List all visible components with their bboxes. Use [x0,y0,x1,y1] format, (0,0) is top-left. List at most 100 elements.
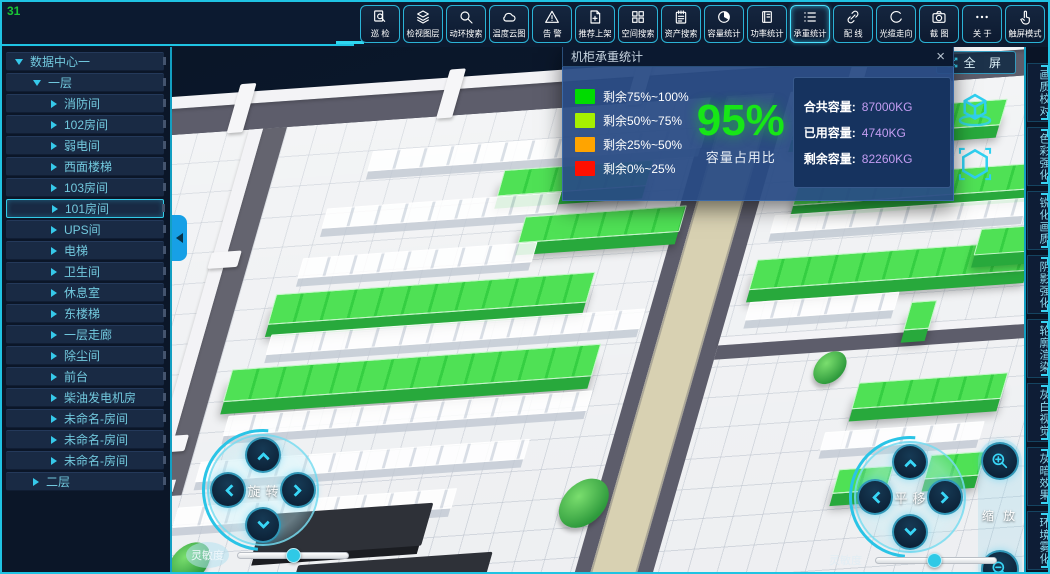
list-button[interactable]: 承重统计 [790,5,830,43]
grid-button[interactable]: 空间搜索 [618,5,658,43]
tree-item[interactable]: 102房间 [6,115,164,134]
render-effect-button[interactable]: 画质校对 [1027,63,1050,122]
panel-titlebar[interactable]: 机柜承重统计 × [562,47,954,67]
rotate-right-button[interactable] [280,472,316,508]
legend-item: 剩余50%~75% [575,112,689,129]
top-toolbar: 31 巡 检检视图层动环搜索温度云图告 警推荐上架空间搜索资产搜索容量统计功率统… [2,2,1048,47]
toolbar-button-label: 温度云图 [492,27,525,39]
stat-value: 87000KG [862,100,913,114]
rotate-down-button[interactable] [245,507,281,543]
legend-swatch [575,113,595,128]
slider-handle[interactable] [927,553,942,568]
tree-item-label: 前台 [64,368,88,385]
hexagon-view-button[interactable] [956,145,994,188]
tree-item-label: 二层 [46,473,70,490]
rotate-left-button[interactable] [210,472,246,508]
shelf-button[interactable]: 推荐上架 [575,5,615,43]
tree-item[interactable]: 一层 [6,73,164,92]
search-button[interactable]: 动环搜索 [446,5,486,43]
expand-icon [51,352,57,360]
stat-value: 82260KG [862,152,913,166]
chevron-down-icon [904,523,917,536]
tree-item[interactable]: UPS间 [6,220,164,239]
link-button[interactable]: 配 线 [833,5,873,43]
render-effect-button[interactable]: 环境雾化 [1027,511,1050,570]
render-effect-button[interactable]: 灰白视觉 [1027,383,1050,442]
tree-item[interactable]: 一层走廊 [6,325,164,344]
tree-item[interactable]: 除尘间 [6,346,164,365]
inspect-button[interactable]: 巡 检 [360,5,400,43]
cube-view-button[interactable] [956,91,994,134]
legend-label: 剩余0%~25% [603,160,675,177]
hexagon-icon [956,145,994,183]
ledger-button[interactable]: 资产搜索 [661,5,701,43]
book-button[interactable]: 功率统计 [747,5,787,43]
sidebar-collapse-button[interactable] [172,215,187,261]
slider-handle[interactable] [286,548,301,563]
rotate-up-button[interactable] [245,437,281,473]
pie-button[interactable]: 容量统计 [704,5,744,43]
tree-item[interactable]: 卫生间 [6,262,164,281]
expand-icon [51,457,57,465]
layers-button[interactable]: 检视图层 [403,5,443,43]
chevron-left-icon [224,484,237,497]
cloud-button[interactable]: 温度云图 [489,5,529,43]
expand-icon [52,205,58,213]
render-effect-button[interactable]: 灰暗效果 [1027,447,1050,506]
tree-item[interactable]: 休息室 [6,283,164,302]
tree-item[interactable]: 前台 [6,367,164,386]
render-effect-menu: 画质校对色彩强化锐化画质阴影强化轮廓渲染灰白视觉灰暗效果环境雾化 [1024,47,1050,572]
tree-item[interactable]: 东楼梯 [6,304,164,323]
zoom-label: 缩 放 [982,507,1018,524]
dots-button[interactable]: 关 于 [962,5,1002,43]
inspect-icon [372,9,388,25]
pan-down-button[interactable] [892,514,928,550]
tree-item[interactable]: 柴油发电机房 [6,388,164,407]
tree-item[interactable]: 二层 [6,472,164,491]
zoom-in-button[interactable] [981,442,1019,480]
close-icon[interactable]: × [936,49,945,64]
touch-button[interactable]: 触屏模式 [1005,5,1045,43]
tree-item[interactable]: 消防间 [6,94,164,113]
legend-swatch [575,89,595,104]
tree-item[interactable]: 电梯 [6,241,164,260]
pan-right-button[interactable] [927,479,963,515]
render-effect-button[interactable]: 锐化画质 [1027,191,1050,250]
tree-item[interactable]: 101房间 [6,199,164,218]
expand-icon [51,310,57,318]
tree-item[interactable]: 未命名-房间 [6,451,164,470]
alarm-button[interactable]: 告 警 [532,5,572,43]
tree-item[interactable]: 未命名-房间 [6,430,164,449]
toolbar-buttons: 巡 检检视图层动环搜索温度云图告 警推荐上架空间搜索资产搜索容量统计功率统计承重… [360,5,1045,43]
toolbar-button-label: 承重统计 [793,27,826,39]
render-effect-button[interactable]: 色彩强化 [1027,127,1050,186]
expand-icon [51,394,57,402]
tree-item[interactable]: 103房间 [6,178,164,197]
tree-item[interactable]: 弱电间 [6,136,164,155]
fullscreen-label: 全 屏 [964,54,1006,71]
sensitivity-slider[interactable] [875,557,997,564]
touch-icon [1017,9,1033,25]
arc-button[interactable]: 光缆走向 [876,5,916,43]
alarm-icon [544,9,560,25]
tree-item-label: 弱电间 [64,137,100,154]
render-effect-button[interactable]: 阴影强化 [1027,255,1050,314]
pan-up-button[interactable] [892,444,928,480]
sensitivity-slider[interactable] [237,552,349,559]
camera-button[interactable]: 截 图 [919,5,959,43]
pan-left-button[interactable] [857,479,893,515]
zoom-in-icon [990,451,1010,471]
render-effect-button[interactable]: 轮廓渲染 [1027,319,1050,378]
toolbar-button-label: 功率统计 [750,27,783,39]
tree-item-label: 除尘间 [64,347,100,364]
tree-item[interactable]: 西面楼梯 [6,157,164,176]
fps-counter: 31 [7,4,20,18]
tree-item-label: 101房间 [65,200,109,217]
stat-row: 已用容量:4740KG [804,124,940,141]
toolbar-button-label: 检视图层 [406,27,439,39]
tree-item-label: 未命名-房间 [64,452,128,469]
tree-item[interactable]: 未命名-房间 [6,409,164,428]
tree-item-label: 电梯 [64,242,88,259]
viewport-3d[interactable]: 全 屏 机柜承重统计 × 剩余75%~100%剩余50%~75%剩余25%~50… [172,47,1024,572]
tree-item[interactable]: 数据中心一 [6,52,164,71]
